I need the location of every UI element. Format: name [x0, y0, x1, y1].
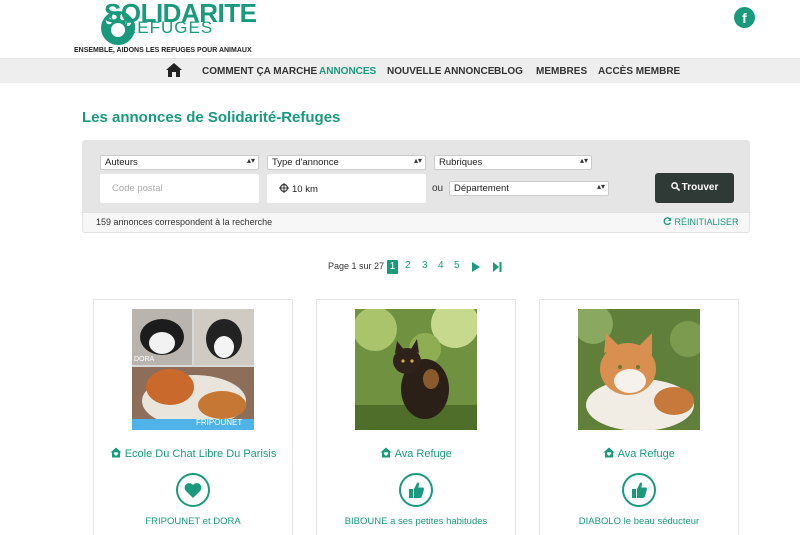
- annonce-card[interactable]: Ava Refuge DIABOLO le beau séducteur: [539, 299, 739, 535]
- page-link[interactable]: 3: [422, 260, 428, 271]
- site-header: SOLIDARITE REFUGES ENSEMBLE, AIDONS LES …: [0, 0, 800, 58]
- house-heart-icon: [603, 447, 615, 458]
- nav-comment-ca-marche[interactable]: COMMENT ÇA MARCHE: [202, 66, 317, 77]
- cat-photo-tortoiseshell: [355, 309, 477, 430]
- distance-field[interactable]: 10 km: [267, 174, 426, 203]
- crosshair-icon: [279, 183, 289, 193]
- refuge-name: Ecole Du Chat Libre Du Parisis: [124, 448, 277, 460]
- refresh-icon: [663, 217, 672, 226]
- auteurs-select-value: Auteurs: [105, 157, 138, 168]
- page-link-current[interactable]: 1: [387, 260, 398, 274]
- select-arrows-icon: ▴▾: [413, 156, 422, 165]
- refuge-name: Ava Refuge: [394, 448, 452, 460]
- nav-nouvelle-annonce[interactable]: NOUVELLE ANNONCE: [387, 66, 494, 77]
- house-heart-icon: [380, 447, 392, 458]
- refuge-name: Ava Refuge: [617, 448, 675, 460]
- rubriques-select[interactable]: Rubriques ▴▾: [434, 155, 592, 170]
- animal-name[interactable]: BIBOUNE a ses petites habitudes: [317, 516, 515, 527]
- select-arrows-icon: ▴▾: [246, 156, 255, 165]
- thumbs-up-icon: [409, 482, 425, 498]
- annonce-card[interactable]: DORA FRIPOUNET Ecole Du Chat Libre Du Pa…: [93, 299, 293, 535]
- animal-name[interactable]: DIABOLO le beau séducteur: [540, 516, 738, 527]
- refuge-link[interactable]: Ava Refuge: [540, 447, 738, 460]
- nav-blog[interactable]: BLOG: [494, 66, 523, 77]
- annonce-card[interactable]: Ava Refuge BIBOUNE a ses petites habitud…: [316, 299, 516, 535]
- reset-label: RÉINITIALISER: [674, 217, 739, 227]
- departement-select[interactable]: Département ▴▾: [449, 181, 609, 196]
- nav-annonces[interactable]: ANNONCES: [319, 66, 376, 77]
- cat-photo[interactable]: DORA FRIPOUNET: [132, 309, 254, 430]
- page-link[interactable]: 5: [454, 260, 460, 271]
- photo-label-dora: DORA: [134, 356, 155, 363]
- select-arrows-icon: ▴▾: [596, 182, 605, 191]
- refuge-link[interactable]: Ava Refuge: [317, 447, 515, 460]
- cat-photo[interactable]: [578, 309, 700, 430]
- nav-membres[interactable]: MEMBRES: [536, 66, 587, 77]
- type-annonce-select-value: Type d'annonce: [272, 157, 339, 168]
- distance-value: 10 km: [292, 184, 318, 195]
- rubriques-select-value: Rubriques: [439, 157, 483, 168]
- cat-photo-ginger: [578, 309, 700, 430]
- next-page-icon[interactable]: [471, 262, 481, 272]
- heart-icon: [184, 483, 202, 498]
- main-nav: COMMENT ÇA MARCHE ANNONCES NOUVELLE ANNO…: [0, 58, 800, 83]
- trouver-label: Trouver: [681, 182, 719, 193]
- cat-photo[interactable]: [355, 309, 477, 430]
- last-page-icon[interactable]: [492, 262, 502, 272]
- page-link[interactable]: 4: [438, 260, 444, 271]
- reset-link[interactable]: RÉINITIALISER: [663, 217, 739, 227]
- type-annonce-select[interactable]: Type d'annonce ▴▾: [267, 155, 426, 170]
- code-postal-placeholder: Code postal: [112, 183, 163, 194]
- logo-tagline: ENSEMBLE, AIDONS LES REFUGES POUR ANIMAU…: [74, 47, 252, 54]
- auteurs-select[interactable]: Auteurs ▴▾: [100, 155, 259, 170]
- search-icon: [670, 182, 680, 192]
- logo-word-refuges: REFUGES: [124, 18, 214, 37]
- or-label: ou: [432, 183, 444, 194]
- site-logo[interactable]: SOLIDARITE REFUGES ENSEMBLE, AIDONS LES …: [74, 0, 257, 58]
- cat-photo-collage: DORA FRIPOUNET: [132, 309, 254, 430]
- page-link[interactable]: 2: [405, 260, 411, 271]
- like-button[interactable]: [399, 473, 433, 507]
- favorite-button[interactable]: [176, 473, 210, 507]
- facebook-icon[interactable]: f: [734, 7, 755, 28]
- nav-acces-membre[interactable]: ACCÈS MEMBRE: [598, 66, 680, 77]
- home-icon[interactable]: [165, 62, 183, 78]
- result-count: 159 annonces correspondent à la recherch…: [96, 217, 273, 227]
- thumbs-up-icon: [632, 482, 648, 498]
- animal-name[interactable]: FRIPOUNET et DORA: [94, 516, 292, 527]
- page-count-label: Page 1 sur 27: [328, 261, 385, 271]
- trouver-button[interactable]: Trouver: [655, 173, 734, 203]
- photo-label-fripounet: FRIPOUNET: [196, 418, 242, 427]
- code-postal-input[interactable]: Code postal: [100, 174, 259, 203]
- page-title: Les annonces de Solidarité-Refuges: [82, 109, 341, 126]
- like-button[interactable]: [622, 473, 656, 507]
- house-heart-icon: [110, 447, 122, 458]
- departement-select-value: Département: [454, 183, 509, 194]
- refuge-link[interactable]: Ecole Du Chat Libre Du Parisis: [94, 447, 292, 460]
- select-arrows-icon: ▴▾: [579, 156, 588, 165]
